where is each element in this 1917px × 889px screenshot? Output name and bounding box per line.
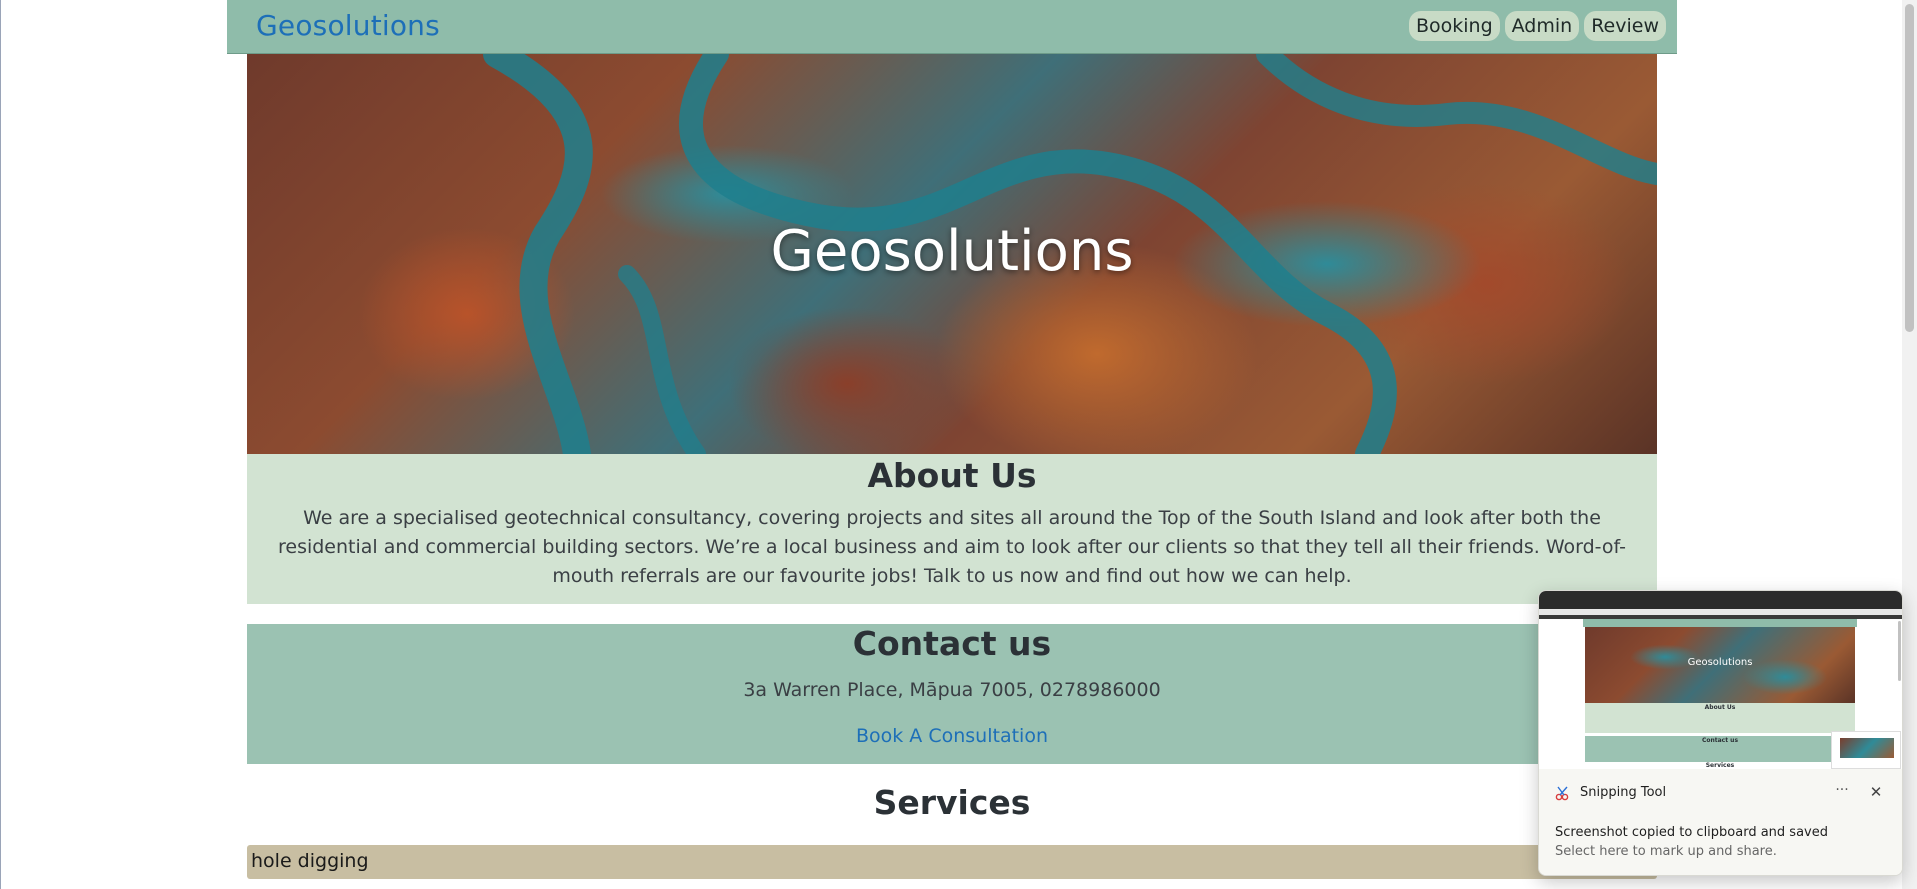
- snipping-tool-notification[interactable]: Geosolutions About Us Contact us Service…: [1538, 590, 1903, 876]
- preview-scrollbar: [1898, 621, 1901, 681]
- preview-mini-hero: [1840, 738, 1894, 758]
- river-path: [1256, 54, 1657, 185]
- preview-mini-thumbnail: [1831, 731, 1901, 769]
- about-section: About Us We are a specialised geotechnic…: [247, 454, 1657, 604]
- notification-body[interactable]: Snipping Tool ··· ✕ Screenshot copied to…: [1539, 769, 1902, 875]
- preview-hero: Geosolutions: [1585, 627, 1855, 703]
- nav-link-booking[interactable]: Booking: [1408, 11, 1500, 41]
- preview-bookmarks: [1539, 609, 1902, 615]
- page-scrollbar[interactable]: [1902, 0, 1917, 889]
- nav-link-review[interactable]: Review: [1584, 11, 1666, 41]
- service-item[interactable]: hole digging: [247, 845, 1657, 879]
- contact-heading: Contact us: [852, 624, 1052, 663]
- more-options-icon[interactable]: ···: [1831, 781, 1853, 803]
- notification-message: Screenshot copied to clipboard and saved: [1555, 825, 1828, 840]
- notification-submessage: Select here to mark up and share.: [1555, 844, 1777, 859]
- screenshot-preview[interactable]: Geosolutions About Us Contact us Service…: [1539, 591, 1902, 769]
- close-icon[interactable]: ✕: [1865, 781, 1887, 803]
- about-heading: About Us: [867, 456, 1037, 495]
- contact-address: 3a Warren Place, Māpua 7005, 0278986000: [743, 679, 1161, 701]
- preview-contact-title: Contact us: [1701, 737, 1739, 744]
- preview-hero-title: Geosolutions: [1687, 657, 1753, 668]
- preview-about-title: About Us: [1704, 704, 1736, 711]
- hero-title: Geosolutions: [770, 219, 1134, 284]
- brand-link[interactable]: Geosolutions: [256, 9, 440, 42]
- scroll-thumb[interactable]: [1905, 4, 1914, 332]
- preview-contact: Contact us: [1585, 736, 1855, 762]
- preview-services-title: Services: [1705, 762, 1735, 769]
- browser-viewport: Geosolutions Booking Admin Review Geosol…: [0, 0, 1917, 889]
- book-consultation-link[interactable]: Book A Consultation: [856, 725, 1048, 747]
- river-path: [618, 265, 706, 454]
- service-item-label: hole digging: [251, 850, 369, 872]
- snipping-tool-icon: [1555, 786, 1569, 801]
- contact-section: Contact us 3a Warren Place, Māpua 7005, …: [247, 624, 1657, 764]
- preview-navbar: [1583, 619, 1857, 627]
- nav-link-admin[interactable]: Admin: [1504, 11, 1580, 41]
- about-text: We are a specialised geotechnical consul…: [277, 507, 1627, 587]
- preview-about: About Us: [1585, 703, 1855, 733]
- top-navbar: Geosolutions Booking Admin Review: [227, 0, 1677, 54]
- services-heading: Services: [873, 783, 1031, 822]
- nav-links: Booking Admin Review: [1408, 11, 1666, 41]
- notification-app-name: Snipping Tool: [1580, 785, 1667, 800]
- hero-banner: Geosolutions: [247, 54, 1657, 454]
